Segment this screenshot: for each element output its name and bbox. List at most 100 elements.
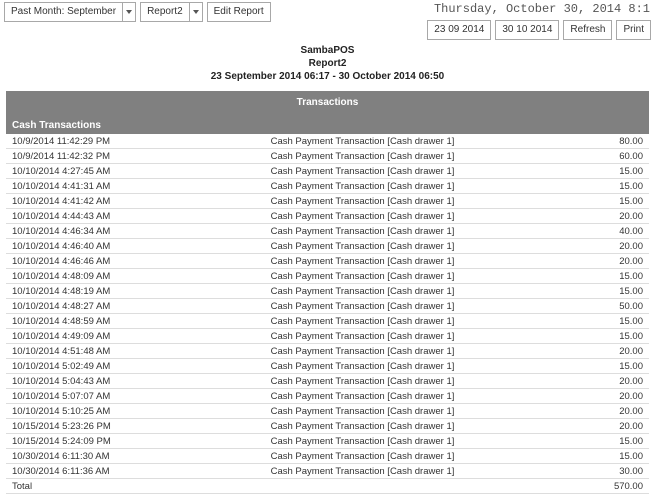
total-spacer: [136, 479, 589, 494]
tx-description: Cash Payment Transaction [Cash drawer 1]: [136, 284, 589, 299]
table-row: 10/10/2014 5:04:43 AMCash Payment Transa…: [6, 374, 649, 389]
tx-description: Cash Payment Transaction [Cash drawer 1]: [136, 449, 589, 464]
tx-amount: 15.00: [589, 329, 649, 344]
tx-date: 10/10/2014 5:02:49 AM: [6, 359, 136, 374]
report-name: Report2: [0, 57, 655, 70]
tx-amount: 15.00: [589, 269, 649, 284]
section-title: Transactions: [12, 91, 643, 118]
tx-date: 10/10/2014 4:41:31 AM: [6, 179, 136, 194]
report-header: SambaPOS Report2 23 September 2014 06:17…: [0, 44, 655, 83]
tx-date: 10/10/2014 5:10:25 AM: [6, 404, 136, 419]
table-row: 10/10/2014 4:46:40 AMCash Payment Transa…: [6, 239, 649, 254]
tx-amount: 20.00: [589, 404, 649, 419]
table-row: 10/10/2014 5:07:07 AMCash Payment Transa…: [6, 389, 649, 404]
tx-amount: 20.00: [589, 419, 649, 434]
tx-description: Cash Payment Transaction [Cash drawer 1]: [136, 329, 589, 344]
section-header: Transactions Cash Transactions: [6, 91, 649, 134]
table-row: 10/10/2014 4:48:09 AMCash Payment Transa…: [6, 269, 649, 284]
table-row: 10/10/2014 4:49:09 AMCash Payment Transa…: [6, 329, 649, 344]
table-row: 10/10/2014 4:41:31 AMCash Payment Transa…: [6, 179, 649, 194]
tx-description: Cash Payment Transaction [Cash drawer 1]: [136, 224, 589, 239]
tx-description: Cash Payment Transaction [Cash drawer 1]: [136, 254, 589, 269]
tx-description: Cash Payment Transaction [Cash drawer 1]: [136, 314, 589, 329]
tx-date: 10/30/2014 6:11:30 AM: [6, 449, 136, 464]
tx-amount: 15.00: [589, 449, 649, 464]
tx-description: Cash Payment Transaction [Cash drawer 1]: [136, 374, 589, 389]
tx-description: Cash Payment Transaction [Cash drawer 1]: [136, 299, 589, 314]
tx-date: 10/10/2014 4:48:09 AM: [6, 269, 136, 284]
tx-amount: 15.00: [589, 314, 649, 329]
tx-date: 10/10/2014 4:41:42 AM: [6, 194, 136, 209]
table-row: 10/15/2014 5:23:26 PMCash Payment Transa…: [6, 419, 649, 434]
tx-date: 10/10/2014 4:48:27 AM: [6, 299, 136, 314]
tx-date: 10/15/2014 5:23:26 PM: [6, 419, 136, 434]
table-row: 10/10/2014 4:27:45 AMCash Payment Transa…: [6, 164, 649, 179]
tx-description: Cash Payment Transaction [Cash drawer 1]: [136, 269, 589, 284]
tx-amount: 50.00: [589, 299, 649, 314]
tx-amount: 15.00: [589, 194, 649, 209]
table-row: 10/10/2014 4:46:46 AMCash Payment Transa…: [6, 254, 649, 269]
transactions-table: 10/9/2014 11:42:29 PMCash Payment Transa…: [6, 134, 649, 494]
tx-description: Cash Payment Transaction [Cash drawer 1]: [136, 419, 589, 434]
tx-description: Cash Payment Transaction [Cash drawer 1]: [136, 389, 589, 404]
tx-amount: 20.00: [589, 239, 649, 254]
table-row: 10/15/2014 5:24:09 PMCash Payment Transa…: [6, 434, 649, 449]
tx-amount: 15.00: [589, 359, 649, 374]
report-app-name: SambaPOS: [0, 44, 655, 57]
table-row: 10/10/2014 5:10:25 AMCash Payment Transa…: [6, 404, 649, 419]
chevron-down-icon: [126, 10, 132, 14]
table-row: 10/30/2014 6:11:30 AMCash Payment Transa…: [6, 449, 649, 464]
tx-amount: 40.00: [589, 224, 649, 239]
tx-description: Cash Payment Transaction [Cash drawer 1]: [136, 404, 589, 419]
total-row: Total 570.00: [6, 479, 649, 494]
tx-description: Cash Payment Transaction [Cash drawer 1]: [136, 464, 589, 479]
report-select-dropdown[interactable]: Report2: [140, 2, 189, 22]
table-row: 10/10/2014 4:46:34 AMCash Payment Transa…: [6, 224, 649, 239]
tx-description: Cash Payment Transaction [Cash drawer 1]: [136, 434, 589, 449]
tx-description: Cash Payment Transaction [Cash drawer 1]: [136, 359, 589, 374]
edit-report-button[interactable]: Edit Report: [207, 2, 271, 22]
section-subtitle: Cash Transactions: [12, 118, 643, 134]
tx-date: 10/10/2014 4:46:40 AM: [6, 239, 136, 254]
past-month-dropdown[interactable]: Past Month: September: [4, 2, 122, 22]
tx-description: Cash Payment Transaction [Cash drawer 1]: [136, 239, 589, 254]
total-label: Total: [6, 479, 136, 494]
total-amount: 570.00: [589, 479, 649, 494]
tx-amount: 20.00: [589, 254, 649, 269]
tx-date: 10/10/2014 4:46:46 AM: [6, 254, 136, 269]
table-row: 10/10/2014 4:48:27 AMCash Payment Transa…: [6, 299, 649, 314]
refresh-button[interactable]: Refresh: [563, 20, 612, 40]
past-month-dropdown-arrow[interactable]: [122, 2, 136, 22]
tx-amount: 15.00: [589, 284, 649, 299]
table-row: 10/10/2014 4:48:19 AMCash Payment Transa…: [6, 284, 649, 299]
tx-date: 10/9/2014 11:42:29 PM: [6, 134, 136, 149]
tx-date: 10/10/2014 4:48:19 AM: [6, 284, 136, 299]
tx-description: Cash Payment Transaction [Cash drawer 1]: [136, 344, 589, 359]
tx-amount: 20.00: [589, 344, 649, 359]
tx-date: 10/10/2014 4:48:59 AM: [6, 314, 136, 329]
table-row: 10/10/2014 4:51:48 AMCash Payment Transa…: [6, 344, 649, 359]
print-button[interactable]: Print: [616, 20, 651, 40]
tx-amount: 15.00: [589, 179, 649, 194]
table-row: 10/10/2014 4:48:59 AMCash Payment Transa…: [6, 314, 649, 329]
tx-amount: 20.00: [589, 374, 649, 389]
tx-description: Cash Payment Transaction [Cash drawer 1]: [136, 164, 589, 179]
table-row: 10/10/2014 4:44:43 AMCash Payment Transa…: [6, 209, 649, 224]
tx-amount: 30.00: [589, 464, 649, 479]
tx-description: Cash Payment Transaction [Cash drawer 1]: [136, 149, 589, 164]
table-row: 10/9/2014 11:42:29 PMCash Payment Transa…: [6, 134, 649, 149]
current-datetime: Thursday, October 30, 2014 8:1: [427, 2, 651, 20]
tx-date: 10/10/2014 4:27:45 AM: [6, 164, 136, 179]
tx-description: Cash Payment Transaction [Cash drawer 1]: [136, 179, 589, 194]
table-row: 10/10/2014 5:02:49 AMCash Payment Transa…: [6, 359, 649, 374]
table-row: 10/30/2014 6:11:36 AMCash Payment Transa…: [6, 464, 649, 479]
table-row: 10/9/2014 11:42:32 PMCash Payment Transa…: [6, 149, 649, 164]
start-date-button[interactable]: 23 09 2014: [427, 20, 491, 40]
tx-date: 10/10/2014 4:44:43 AM: [6, 209, 136, 224]
report-select-dropdown-arrow[interactable]: [189, 2, 203, 22]
table-row: 10/10/2014 4:41:42 AMCash Payment Transa…: [6, 194, 649, 209]
tx-date: 10/10/2014 4:49:09 AM: [6, 329, 136, 344]
tx-amount: 20.00: [589, 209, 649, 224]
tx-amount: 20.00: [589, 389, 649, 404]
end-date-button[interactable]: 30 10 2014: [495, 20, 559, 40]
